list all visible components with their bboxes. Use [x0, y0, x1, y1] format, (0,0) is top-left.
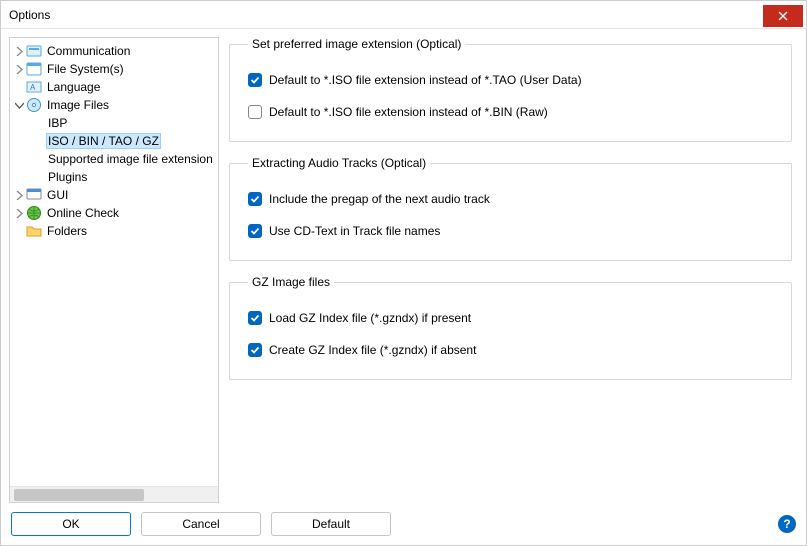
checkbox-icon: [248, 192, 262, 206]
tree-item-selected: ISO / BIN / TAO / GZ: [46, 133, 161, 149]
dialog-footer: OK Cancel Default ?: [1, 503, 806, 545]
filesystem-icon: [26, 61, 42, 77]
gui-icon: [26, 187, 42, 203]
folder-icon: [26, 223, 42, 239]
chevron-right-icon[interactable]: [12, 62, 26, 76]
group-gz-image: GZ Image files Load GZ Index file (*.gzn…: [229, 275, 792, 380]
language-icon: A: [26, 79, 42, 95]
checkbox-icon: [248, 311, 262, 325]
tree-item-onlinecheck[interactable]: Online Check: [12, 204, 216, 222]
tree-item-ibp[interactable]: IBP: [12, 114, 216, 132]
checkbox-label: Create GZ Index file (*.gzndx) if absent: [269, 343, 476, 357]
tree-item-filesystems[interactable]: File System(s): [12, 60, 216, 78]
tree-item-gui[interactable]: GUI: [12, 186, 216, 204]
tree-item-language[interactable]: A Language: [12, 78, 216, 96]
group-legend: Extracting Audio Tracks (Optical): [248, 156, 430, 170]
checkbox-load-gzndx[interactable]: Load GZ Index file (*.gzndx) if present: [248, 311, 777, 325]
nav-tree-panel: Communication File System(s) A Language …: [9, 37, 219, 503]
checkbox-icon: [248, 105, 262, 119]
disc-icon: [26, 97, 42, 113]
checkbox-cdtext[interactable]: Use CD-Text in Track file names: [248, 224, 777, 238]
group-extract-audio: Extracting Audio Tracks (Optical) Includ…: [229, 156, 792, 261]
tree-item-imagefiles[interactable]: Image Files: [12, 96, 216, 114]
group-preferred-extension: Set preferred image extension (Optical) …: [229, 37, 792, 142]
tree-item-plugins[interactable]: Plugins: [12, 168, 216, 186]
svg-text:A: A: [30, 83, 36, 92]
settings-content: Set preferred image extension (Optical) …: [227, 37, 798, 503]
checkbox-create-gzndx[interactable]: Create GZ Index file (*.gzndx) if absent: [248, 343, 777, 357]
checkbox-default-bin[interactable]: Default to *.ISO file extension instead …: [248, 105, 777, 119]
tree-item-supported[interactable]: Supported image file extension: [12, 150, 216, 168]
group-legend: GZ Image files: [248, 275, 334, 289]
communication-icon: [26, 43, 42, 59]
nav-tree[interactable]: Communication File System(s) A Language …: [10, 38, 218, 486]
tree-item-folders[interactable]: Folders: [12, 222, 216, 240]
titlebar: Options: [1, 1, 806, 29]
window-title: Options: [9, 8, 50, 22]
checkbox-label: Use CD-Text in Track file names: [269, 224, 440, 238]
chevron-right-icon[interactable]: [12, 44, 26, 58]
checkbox-label: Default to *.ISO file extension instead …: [269, 73, 582, 87]
close-icon: [778, 11, 788, 21]
checkbox-label: Include the pregap of the next audio tra…: [269, 192, 490, 206]
ok-button[interactable]: OK: [11, 512, 131, 536]
scrollbar-thumb[interactable]: [14, 489, 144, 501]
help-button[interactable]: ?: [778, 515, 796, 533]
tree-item-communication[interactable]: Communication: [12, 42, 216, 60]
checkbox-label: Default to *.ISO file extension instead …: [269, 105, 548, 119]
cancel-button[interactable]: Cancel: [141, 512, 261, 536]
options-dialog: Options Communication File System(s): [0, 0, 807, 546]
tree-item-isobin[interactable]: ISO / BIN / TAO / GZ: [12, 132, 216, 150]
chevron-right-icon[interactable]: [12, 188, 26, 202]
chevron-down-icon[interactable]: [12, 98, 26, 112]
checkbox-default-tao[interactable]: Default to *.ISO file extension instead …: [248, 73, 777, 87]
chevron-right-icon[interactable]: [12, 206, 26, 220]
checkbox-icon: [248, 343, 262, 357]
default-button[interactable]: Default: [271, 512, 391, 536]
tree-horizontal-scrollbar[interactable]: [10, 486, 218, 502]
checkbox-label: Load GZ Index file (*.gzndx) if present: [269, 311, 471, 325]
group-legend: Set preferred image extension (Optical): [248, 37, 465, 51]
close-button[interactable]: [763, 5, 803, 27]
globe-icon: [26, 205, 42, 221]
checkbox-icon: [248, 73, 262, 87]
help-icon: ?: [783, 517, 790, 531]
checkbox-include-pregap[interactable]: Include the pregap of the next audio tra…: [248, 192, 777, 206]
checkbox-icon: [248, 224, 262, 238]
